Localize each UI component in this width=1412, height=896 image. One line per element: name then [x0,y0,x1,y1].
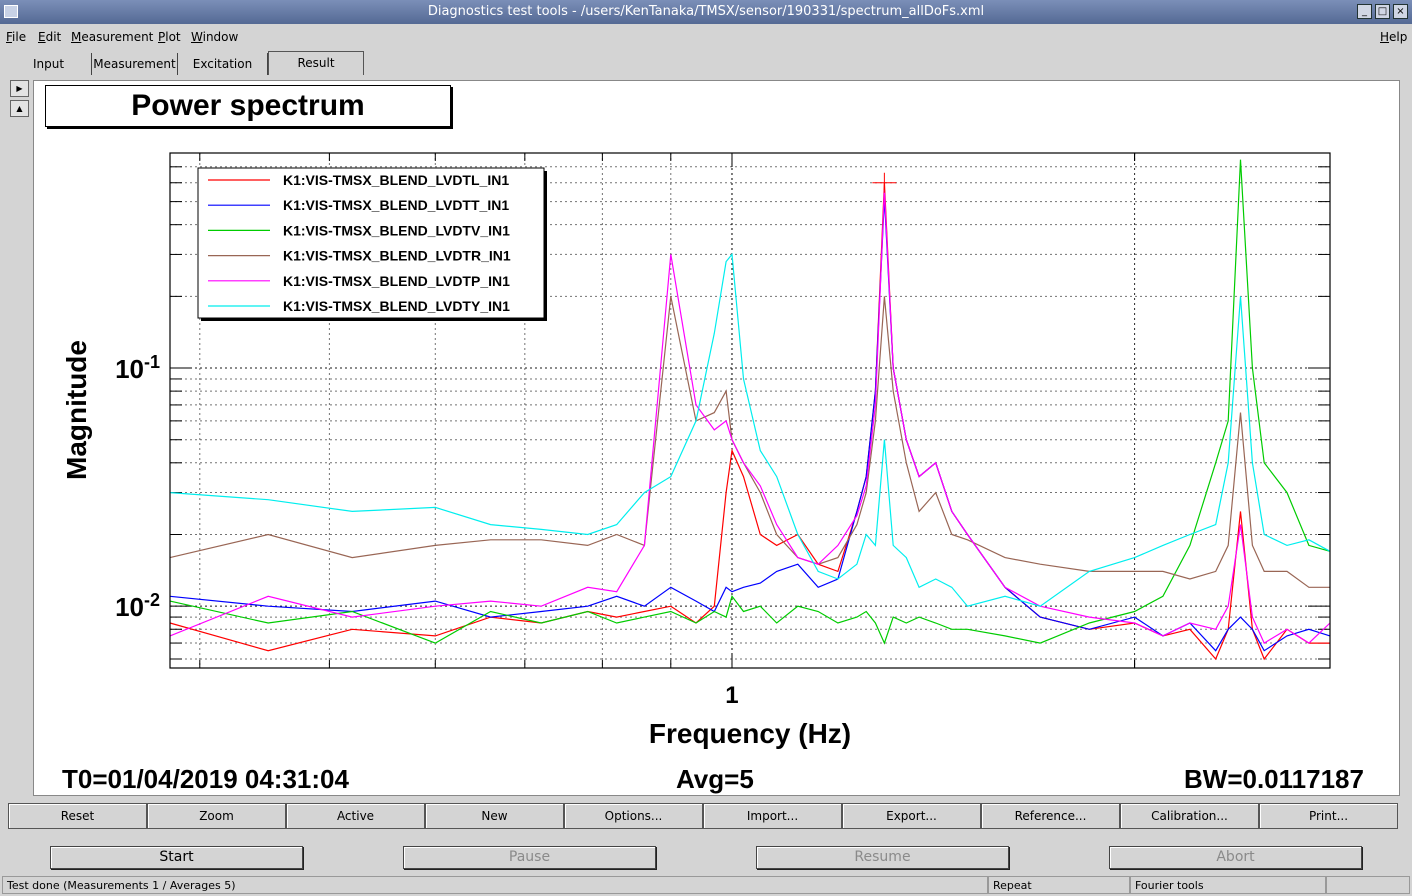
bw-label: BW=0.0117187 [1184,764,1364,794]
resume-button[interactable]: Resume [756,846,1009,869]
start-button[interactable]: Start [50,846,303,869]
y-axis-label: Magnitude [61,340,92,480]
reset-button[interactable]: Reset [8,803,147,829]
status-bar: Test done (Measurements 1 / Averages 5) … [0,874,1412,896]
pause-button[interactable]: Pause [403,846,656,869]
plot-toolbar: Reset Zoom Active New Options... Import.… [8,803,1398,829]
legend-entry: K1:VIS-TMSX_BLEND_LVDTL_IN1 [283,172,509,188]
x-axis-label: Frequency (Hz) [649,718,851,749]
legend-entry: K1:VIS-TMSX_BLEND_LVDTY_IN1 [283,298,510,314]
calibration-button[interactable]: Calibration... [1120,803,1259,829]
status-mode: Repeat [988,876,1130,894]
legend-entry: K1:VIS-TMSX_BLEND_LVDTT_IN1 [283,197,509,213]
y-tick-label: 10-2 [115,590,160,622]
active-button[interactable]: Active [286,803,425,829]
legend [197,167,545,319]
avg-label: Avg=5 [676,764,754,794]
t0-label: T0=01/04/2019 04:31:04 [62,764,349,794]
x-tick-label: 1 [725,682,738,709]
new-button[interactable]: New [425,803,564,829]
export-button[interactable]: Export... [842,803,981,829]
legend-entry: K1:VIS-TMSX_BLEND_LVDTP_IN1 [283,273,510,289]
plot-title: Power spectrum [45,85,451,127]
spectrum-chart[interactable]: 1 10-1 10-2 Frequency (Hz) Magnitude K1:VIS-T… [0,0,1412,896]
y-tick-label: 10-1 [115,352,160,384]
legend-entry: K1:VIS-TMSX_BLEND_LVDTR_IN1 [283,248,511,264]
status-extra [1326,876,1410,894]
zoom-button[interactable]: Zoom [147,803,286,829]
legend-entry: K1:VIS-TMSX_BLEND_LVDTV_IN1 [283,222,510,238]
diagnostics-window: Diagnostics test tools - /users/KenTanak… [0,0,1412,896]
print-button[interactable]: Print... [1259,803,1398,829]
status-tool: Fourier tools [1130,876,1326,894]
import-button[interactable]: Import... [703,803,842,829]
options-button[interactable]: Options... [564,803,703,829]
status-message: Test done (Measurements 1 / Averages 5) [2,876,988,894]
reference-button[interactable]: Reference... [981,803,1120,829]
abort-button[interactable]: Abort [1109,846,1362,869]
